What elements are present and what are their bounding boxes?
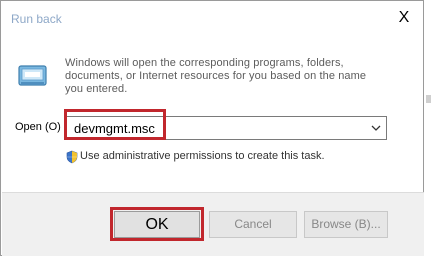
open-label: Open (O) [15,121,61,133]
background-edge-mark [426,95,431,103]
shield-icon [66,150,78,164]
admin-note: Use administrative permissions to create… [80,150,325,162]
run-icon [18,65,47,86]
cancel-button[interactable]: Cancel [209,211,297,238]
run-description: Windows will open the corresponding prog… [65,57,367,95]
input-highlight-box [64,109,166,140]
chevron-down-icon[interactable] [370,123,382,133]
window-title: Run back [11,12,62,26]
background-edge [426,0,431,258]
browse-button[interactable]: Browse (B)... [304,211,388,238]
close-button[interactable]: X [390,6,418,30]
ok-highlight-box [110,207,204,241]
